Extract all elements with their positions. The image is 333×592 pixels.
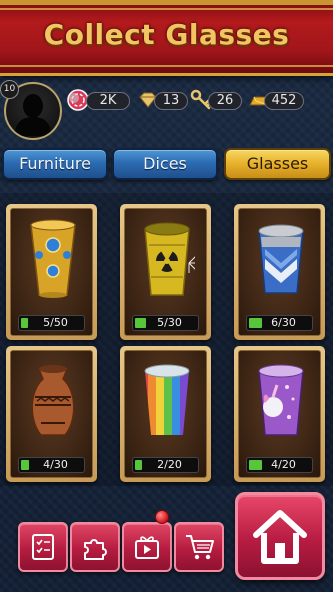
progress-bar: 4/20 [246, 457, 313, 473]
notification-dot [155, 510, 169, 524]
jeweled-gold-cup-icon [30, 219, 76, 298]
tab-furniture[interactable]: Furniture [2, 148, 108, 180]
unicorn-cup-icon [258, 364, 304, 436]
page-title: Collect Glasses [43, 18, 290, 51]
glass-card-chevron[interactable]: 6/30 [234, 204, 325, 340]
chips-counter: 2K [86, 92, 130, 110]
greek-vase-cup-icon [31, 365, 75, 436]
glass-card-rainbow[interactable]: 2/20 [120, 346, 211, 482]
gold-counter: 452 [264, 92, 304, 110]
shop-button[interactable] [174, 522, 224, 572]
rainbow-cup-icon [144, 364, 190, 435]
progress-label: 4/20 [271, 458, 296, 471]
home-icon [253, 510, 307, 564]
progress-bar: 4/30 [18, 457, 85, 473]
tab-glasses[interactable]: Glasses [224, 148, 331, 180]
progress-label: 4/30 [43, 458, 68, 471]
video-gift-icon [135, 536, 159, 559]
glass-card-jeweled[interactable]: 5/50 [6, 204, 97, 340]
glass-card-vase[interactable]: 4/30 [6, 346, 97, 482]
keys-counter: 26 [208, 92, 242, 110]
title-banner: Collect Glasses [0, 0, 333, 76]
blue-chevron-cup-icon [258, 224, 304, 294]
shopping-cart-icon [186, 535, 214, 560]
progress-label: 6/30 [271, 316, 296, 329]
glass-card-unicorn[interactable]: 4/20 [234, 346, 325, 482]
radioactive-cup-icon [144, 222, 195, 296]
silhouette-icon [14, 94, 52, 136]
level-badge: 10 [0, 80, 19, 99]
home-button[interactable] [235, 492, 325, 580]
progress-label: 5/50 [43, 316, 68, 329]
progress-bar: 5/50 [18, 315, 85, 331]
puzzle-button[interactable] [70, 522, 120, 572]
progress-bar: 6/30 [246, 315, 313, 331]
puzzle-icon [84, 539, 107, 560]
player-bar: 10 2K 13 26 452 [0, 80, 333, 144]
tab-dices[interactable]: Dices [112, 148, 218, 180]
progress-label: 2/20 [157, 458, 182, 471]
video-reward-button[interactable] [122, 522, 172, 572]
glass-card-radioactive[interactable]: 5/30 [120, 204, 211, 340]
checklist-icon [32, 534, 54, 560]
progress-bar: 5/30 [132, 315, 199, 331]
progress-bar: 2/20 [132, 457, 199, 473]
progress-label: 5/30 [157, 316, 182, 329]
tasks-button[interactable] [18, 522, 68, 572]
gems-counter: 13 [154, 92, 188, 110]
